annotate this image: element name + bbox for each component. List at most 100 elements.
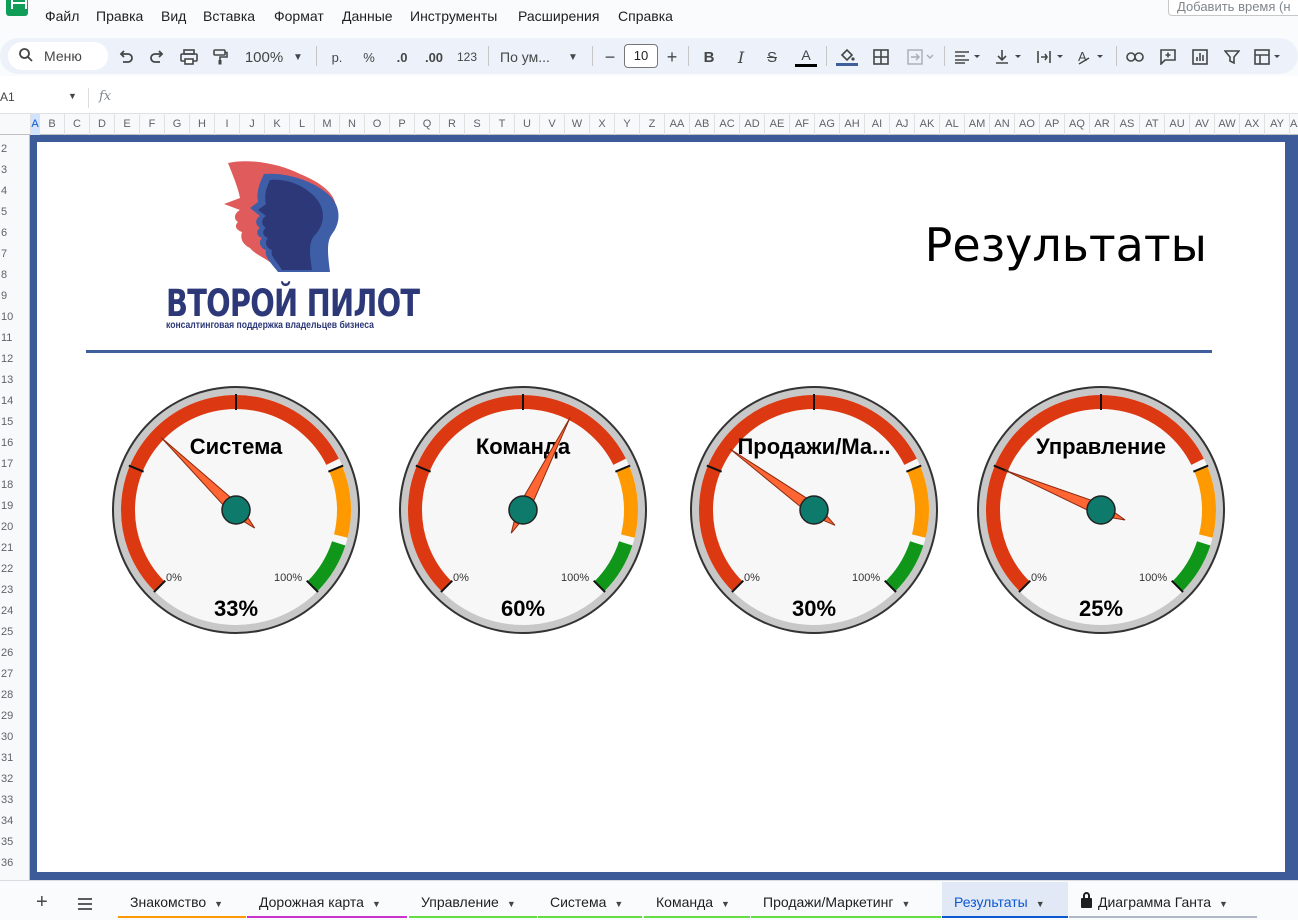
column-header-aj[interactable]: AJ [889,114,914,135]
vertical-align-icon[interactable] [994,46,1026,68]
merge-cells-icon[interactable] [903,46,939,68]
row-header-34[interactable]: 34 [0,815,30,827]
column-header-ar[interactable]: AR [1089,114,1114,135]
text-color-icon[interactable]: A [794,46,818,68]
column-header-at[interactable]: AT [1139,114,1164,135]
column-header-af[interactable]: AF [789,114,814,135]
menu-help[interactable]: Справка [618,8,673,24]
strikethrough-icon[interactable]: S [763,46,781,68]
menu-file[interactable]: Файл [45,8,79,24]
row-header-9[interactable]: 9 [0,290,30,302]
row-header-30[interactable]: 30 [0,731,30,743]
paint-format-icon[interactable] [210,46,230,68]
row-header-27[interactable]: 27 [0,668,30,680]
column-header-ag[interactable]: AG [814,114,839,135]
column-header-g[interactable]: G [164,114,189,135]
row-header-32[interactable]: 32 [0,773,30,785]
all-sheets-icon[interactable] [77,897,93,915]
column-header-aw[interactable]: AW [1214,114,1239,135]
text-wrap-icon[interactable] [1036,46,1068,68]
row-header-2[interactable]: 2 [0,143,30,155]
row-header-8[interactable]: 8 [0,269,30,281]
row-header-18[interactable]: 18 [0,479,30,491]
column-header-m[interactable]: M [314,114,339,135]
column-header-aq[interactable]: AQ [1064,114,1089,135]
add-time-field[interactable]: Добавить время (н [1168,0,1298,16]
menu-format[interactable]: Формат [274,8,324,24]
menu-data[interactable]: Данные [342,8,393,24]
chevron-down-icon[interactable]: ▼ [507,884,516,924]
chart-icon[interactable] [1189,46,1211,68]
column-header-az[interactable]: AZ [1289,114,1298,135]
column-header-ah[interactable]: AH [839,114,864,135]
column-header-ap[interactable]: AP [1039,114,1064,135]
table-view-icon[interactable] [1252,46,1286,68]
column-header-s[interactable]: S [464,114,489,135]
column-header-q[interactable]: Q [414,114,439,135]
column-header-ac[interactable]: AC [714,114,739,135]
sheet-tab[interactable]: Знакомство ▼ [118,882,246,918]
redo-icon[interactable] [147,46,167,68]
column-header-c[interactable]: C [64,114,89,135]
column-header-ai[interactable]: AI [864,114,889,135]
row-header-6[interactable]: 6 [0,227,30,239]
row-header-4[interactable]: 4 [0,185,30,197]
menu-insert[interactable]: Вставка [203,8,255,24]
row-header-10[interactable]: 10 [0,311,30,323]
row-header-28[interactable]: 28 [0,689,30,701]
fill-color-icon[interactable] [835,46,859,68]
chevron-down-icon[interactable]: ▼ [614,884,623,924]
column-header-ak[interactable]: AK [914,114,939,135]
percent-format-button[interactable]: % [360,46,378,68]
zoom-value[interactable]: 100% [244,46,284,68]
font-size-decrease-icon[interactable]: − [602,46,618,68]
column-header-h[interactable]: H [189,114,214,135]
menu-extensions[interactable]: Расширения [518,8,599,24]
row-header-25[interactable]: 25 [0,626,30,638]
column-header-as[interactable]: AS [1114,114,1139,135]
column-header-d[interactable]: D [89,114,114,135]
column-header-av[interactable]: AV [1189,114,1214,135]
row-header-31[interactable]: 31 [0,752,30,764]
sheets-app-icon[interactable] [6,0,28,16]
row-header-35[interactable]: 35 [0,836,30,848]
currency-format-button[interactable]: р. [328,46,346,68]
number-format-button[interactable]: 123 [454,46,480,68]
column-header-e[interactable]: E [114,114,139,135]
row-header-11[interactable]: 11 [0,332,30,344]
column-header-n[interactable]: N [339,114,364,135]
increase-decimal-button[interactable]: .00 [420,46,448,68]
chevron-down-icon[interactable]: ▼ [214,884,223,924]
font-family-select[interactable]: По ум... [500,46,556,68]
sheet-tab[interactable]: Результаты ▼ [942,882,1068,918]
column-header-y[interactable]: Y [614,114,639,135]
sheet-tab[interactable]: Управление ▼ [409,882,537,918]
column-header-r[interactable]: R [439,114,464,135]
column-header-ae[interactable]: AE [764,114,789,135]
column-header-u[interactable]: U [514,114,539,135]
column-header-v[interactable]: V [539,114,564,135]
row-header-24[interactable]: 24 [0,605,30,617]
row-header-29[interactable]: 29 [0,710,30,722]
row-header-36[interactable]: 36 [0,857,30,869]
row-header-23[interactable]: 23 [0,584,30,596]
row-header-15[interactable]: 15 [0,416,30,428]
row-header-17[interactable]: 17 [0,458,30,470]
row-header-16[interactable]: 16 [0,437,30,449]
column-header-l[interactable]: L [289,114,314,135]
column-header-w[interactable]: W [564,114,589,135]
chevron-down-icon[interactable]: ▼ [566,46,580,68]
column-header-am[interactable]: AM [964,114,989,135]
row-header-12[interactable]: 12 [0,353,30,365]
horizontal-align-icon[interactable] [953,46,985,68]
column-header-ab[interactable]: AB [689,114,714,135]
chevron-down-icon[interactable]: ▼ [1219,884,1228,924]
sheet-tab[interactable]: Команда ▼ [644,882,750,918]
undo-icon[interactable] [116,46,136,68]
italic-icon[interactable]: I [732,46,750,68]
bold-icon[interactable]: B [700,46,718,68]
add-sheet-icon[interactable]: + [36,892,48,912]
column-header-an[interactable]: AN [989,114,1014,135]
row-header-19[interactable]: 19 [0,500,30,512]
decrease-decimal-button[interactable]: .0 [390,46,414,68]
